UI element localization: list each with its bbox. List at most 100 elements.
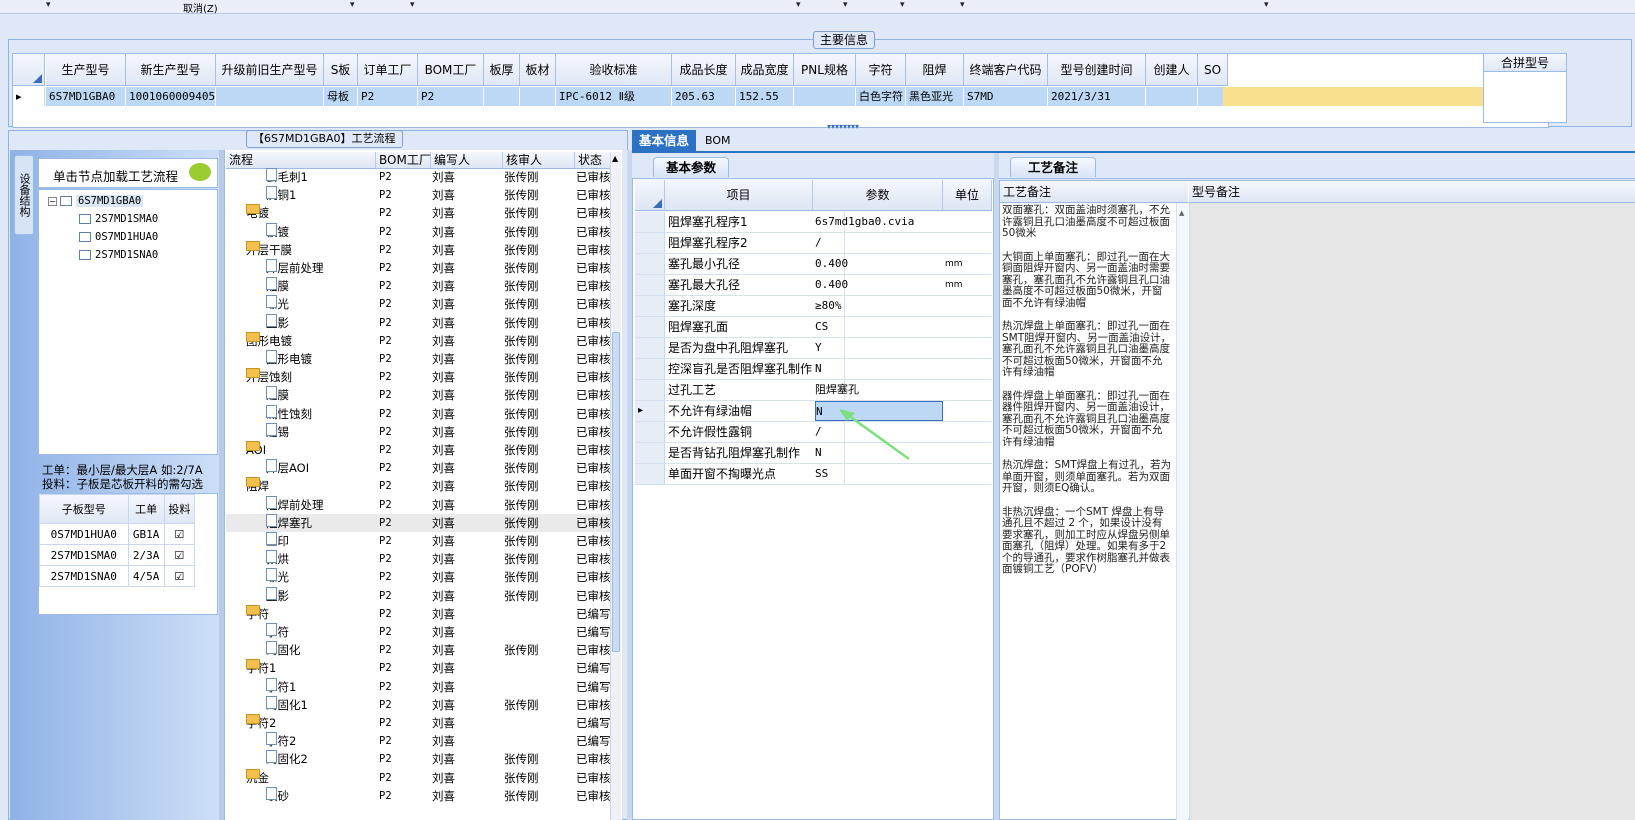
row-indicator[interactable]: ▸ — [13, 87, 45, 106]
main-grid-header[interactable]: 阻焊 — [906, 54, 964, 86]
main-grid-cell[interactable] — [1146, 87, 1198, 106]
process-row[interactable]: −图形电镀 P2 刘喜 张传刚 已审核 — [226, 331, 615, 350]
param-value[interactable]: SS — [815, 464, 943, 484]
main-grid-cell[interactable]: 10010600094058 — [126, 87, 216, 106]
dropdown-arrow-icon[interactable]: ▾ — [1264, 0, 1269, 10]
main-grid-header[interactable]: 字符 — [856, 54, 906, 86]
remark-scrollbar[interactable]: ▲ — [1176, 203, 1188, 820]
process-row[interactable]: −外层蚀刻 P2 刘喜 张传刚 已审核 — [226, 368, 615, 386]
process-row[interactable]: 阻焊塞孔 P2 刘喜 张传刚 已审核 — [226, 513, 615, 532]
process-row[interactable]: 曝光 P2 刘喜 张传刚 已审核 — [226, 295, 615, 313]
row-indicator[interactable] — [635, 422, 665, 442]
process-row[interactable]: 贴膜 P2 刘喜 张传刚 已审核 — [226, 277, 615, 295]
process-row[interactable]: 去毛刺1 P2 刘喜 张传刚 已审核 — [226, 168, 615, 186]
process-row[interactable]: 沉铜1 P2 刘喜 张传刚 已审核 — [226, 186, 615, 204]
main-grid-header[interactable]: 生产型号 — [46, 54, 126, 86]
sub-row[interactable]: 0S7MD1HUA0 GB1A ☑ — [39, 523, 196, 545]
param-value[interactable]: 0.400 — [815, 275, 943, 295]
collapse-icon[interactable]: − — [48, 196, 57, 206]
dropdown-arrow-icon[interactable]: ▾ — [410, 0, 415, 10]
row-indicator[interactable] — [635, 233, 665, 253]
param-row[interactable]: ▸ 不允许有绿油帽 N — [635, 401, 992, 422]
main-grid-header[interactable]: 创建人 — [1146, 54, 1198, 86]
process-row[interactable]: 丝印 P2 刘喜 张传刚 已审核 — [226, 532, 615, 550]
row-indicator[interactable] — [635, 338, 665, 358]
param-value[interactable]: CS — [815, 317, 943, 337]
param-row[interactable]: 阻焊塞孔程序1 6s7md1gba0.cvia — [635, 212, 992, 233]
main-grid-cell[interactable]: 母板 — [324, 87, 358, 106]
main-grid-header[interactable]: S板 — [324, 54, 358, 86]
param-value[interactable]: Y — [815, 338, 943, 358]
dropdown-arrow-icon[interactable]: ▾ — [960, 0, 965, 10]
param-row[interactable]: 控深盲孔是否阻焊塞孔制作 N — [635, 359, 992, 380]
process-row[interactable]: 曝光 P2 刘喜 张传刚 已审核 — [226, 568, 615, 586]
dropdown-arrow-icon[interactable]: ▾ — [350, 0, 355, 10]
process-row[interactable]: 显影 P2 刘喜 张传刚 已审核 — [226, 586, 615, 605]
main-grid-cell[interactable]: IPC-6012 Ⅱ级 — [556, 87, 672, 106]
param-value[interactable]: 0.400 — [815, 254, 943, 274]
scroll-thumb[interactable] — [612, 332, 620, 652]
tab-basic-params[interactable]: 基本参数 — [653, 157, 729, 177]
process-row[interactable]: 阻焊前处理 P2 刘喜 张传刚 已审核 — [226, 495, 615, 514]
process-row[interactable]: 板镀 P2 刘喜 张传刚 已审核 — [226, 222, 615, 241]
vertical-splitter[interactable] — [219, 150, 224, 820]
main-grid-cell[interactable]: P2 — [358, 87, 418, 106]
main-grid-cell[interactable] — [794, 87, 856, 106]
main-grid-cell[interactable] — [216, 87, 324, 106]
row-indicator[interactable] — [635, 296, 665, 316]
param-row[interactable]: 是否为盘中孔阻焊塞孔 Y — [635, 338, 992, 359]
process-row[interactable]: 字符1 P2 刘喜 已编写 — [226, 677, 615, 696]
param-value[interactable]: N — [815, 359, 943, 379]
tree-node[interactable]: 2S7MD1SNA0 — [79, 246, 158, 264]
main-grid-cell[interactable]: S7MD — [964, 87, 1048, 106]
param-row[interactable]: 单面开窗不掏曝光点 SS — [635, 464, 992, 485]
process-row[interactable]: 图形电镀 P2 刘喜 张传刚 已审核 — [226, 350, 615, 368]
main-grid-cell[interactable] — [520, 87, 556, 106]
process-row[interactable]: −外层干膜 P2 刘喜 张传刚 已审核 — [226, 240, 615, 259]
process-scrollbar[interactable]: ▲ — [610, 152, 621, 820]
row-indicator[interactable] — [635, 254, 665, 274]
param-row[interactable]: 是否背钻孔阻焊塞孔制作 N — [635, 443, 992, 464]
cancel-button[interactable]: 取消(Z) — [183, 0, 218, 15]
param-row[interactable]: 阻焊塞孔面 CS — [635, 317, 992, 338]
tab-bom[interactable]: BOM — [698, 130, 738, 152]
main-grid-header[interactable]: 成品宽度 — [736, 54, 794, 86]
feed-checkbox[interactable]: ☑ — [163, 544, 196, 566]
process-row[interactable]: 终固化2 P2 刘喜 张传刚 已审核 — [226, 750, 615, 768]
process-row[interactable]: −字符 P2 刘喜 已编写 — [226, 604, 615, 623]
main-grid-header[interactable]: 升级前旧生产型号 — [216, 54, 324, 86]
param-row[interactable]: 过孔工艺 阻焊塞孔 — [635, 380, 992, 401]
process-row[interactable]: 字符2 P2 刘喜 已编写 — [226, 732, 615, 750]
process-row[interactable]: 退锡 P2 刘喜 张传刚 已审核 — [226, 422, 615, 441]
process-row[interactable]: 喷砂 P2 刘喜 张传刚 已审核 — [226, 786, 615, 805]
process-row[interactable]: 外层AOI P2 刘喜 张传刚 已审核 — [226, 459, 615, 477]
main-grid-cell[interactable]: 2021/3/31 — [1048, 87, 1146, 106]
param-row[interactable]: 塞孔深度 ≥80% — [635, 296, 992, 317]
tab-basic-info[interactable]: 基本信息 — [632, 130, 697, 152]
process-row[interactable]: 预烘 P2 刘喜 张传刚 已审核 — [226, 550, 615, 568]
dropdown-arrow-icon[interactable]: ▾ — [843, 0, 848, 10]
param-value[interactable]: ≥80% — [815, 296, 943, 316]
main-grid-cell[interactable] — [484, 87, 520, 106]
main-grid-cell[interactable]: 白色字符 — [856, 87, 906, 106]
process-row[interactable]: 外层前处理 P2 刘喜 张传刚 已审核 — [226, 259, 615, 277]
param-value[interactable]: 6s7md1gba0.cvia — [815, 212, 943, 232]
tree-root[interactable]: − 6S7MD1GBA0 — [48, 192, 144, 210]
sub-row[interactable]: 2S7MD1SNA0 4/5A ☑ — [39, 565, 196, 587]
param-row[interactable]: 塞孔最大孔径 0.400 mm — [635, 275, 992, 296]
process-row[interactable]: 退膜 P2 刘喜 张传刚 已审核 — [226, 386, 615, 404]
process-row[interactable]: −AOI P2 刘喜 张传刚 已审核 — [226, 441, 615, 459]
process-row[interactable]: −沉金 P2 刘喜 张传刚 已审核 — [226, 768, 615, 787]
main-grid-header[interactable]: 型号创建时间 — [1048, 54, 1146, 86]
param-value[interactable]: 阻焊塞孔 — [815, 380, 943, 400]
process-remark-text[interactable]: 双面塞孔：双面盖油时须塞孔，不允许露铜且孔口油墨高度不可超过板面50微米 大铜面上… — [1002, 204, 1172, 588]
main-grid-header[interactable]: BOM工厂 — [418, 54, 484, 86]
dropdown-arrow-icon[interactable]: ▾ — [900, 0, 905, 10]
process-row[interactable]: −阻焊 P2 刘喜 张传刚 已审核 — [226, 477, 615, 495]
process-row[interactable]: 碱性蚀刻 P2 刘喜 张传刚 已审核 — [226, 404, 615, 423]
tree-node[interactable]: 2S7MD1SMA0 — [79, 210, 158, 228]
main-grid-cell[interactable]: P2 — [418, 87, 484, 106]
main-grid-header[interactable]: PNL规格 — [794, 54, 856, 86]
param-value[interactable]: / — [815, 233, 943, 253]
tree-node[interactable]: 0S7MD1HUA0 — [79, 228, 158, 246]
